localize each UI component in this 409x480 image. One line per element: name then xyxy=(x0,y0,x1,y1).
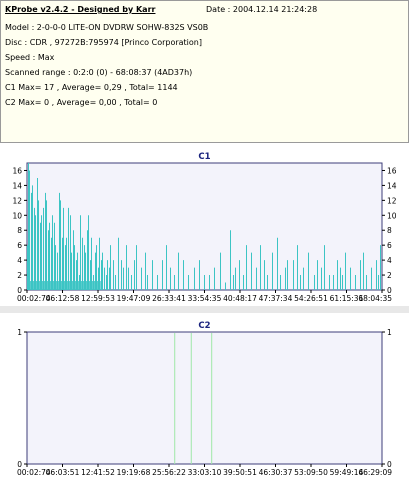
x-tick-label: 47:37:34 xyxy=(259,294,293,303)
y-tick-label: 1 xyxy=(17,328,22,337)
y-tick-label-right: 16 xyxy=(387,166,397,175)
x-tick-label: 33:54:35 xyxy=(188,294,222,303)
c2-chart-panel: C2 0 0 1 1 00:02:74 06:03:51 12:41:52 19:19:68 25… xyxy=(0,313,409,480)
y-tick-label: 16 xyxy=(12,166,22,175)
c1-chart: C10 02 24 46 68 810 1012 1214 1416 1600:02:7406:1… xyxy=(12,152,397,303)
y-tick-label: 6 xyxy=(17,241,22,250)
x-tick-label: 33:03:10 xyxy=(188,468,222,477)
chart-title: C2 xyxy=(198,321,210,331)
y-tick-label-right: 14 xyxy=(387,181,397,190)
x-tick-label: 54:26:51 xyxy=(294,294,328,303)
model-line: Model : 2-0-0-0 LITE-ON DVDRW SOHW-832S … xyxy=(5,23,209,32)
c1-summary-line: C1 Max= 17 , Average= 0,29 , Total= 1144 xyxy=(5,83,178,92)
app-title: KProbe v2.4.2 - Designed by Karr xyxy=(5,5,156,14)
x-tick-label: 26:33:41 xyxy=(152,294,186,303)
y-tick-label-right: 1 xyxy=(387,328,392,337)
x-tick-label: 19:19:68 xyxy=(117,468,151,477)
x-tick-label: 25:56:22 xyxy=(152,468,186,477)
y-tick-label: 10 xyxy=(12,211,22,220)
c1-base-band xyxy=(28,281,101,290)
y-tick-label: 12 xyxy=(12,196,22,205)
c2-summary-line: C2 Max= 0 , Average= 0,00 , Total= 0 xyxy=(5,98,158,107)
disc-line: Disc : CDR , 97272B:795974 [Princo Corpo… xyxy=(5,38,202,47)
x-tick-label: 19:47:09 xyxy=(117,294,151,303)
x-tick-label: 12:59:53 xyxy=(81,294,115,303)
speed-line: Speed : Max xyxy=(5,53,55,62)
y-tick-label-right: 4 xyxy=(387,256,392,265)
x-tick-label: 66:29:09 xyxy=(358,468,392,477)
x-tick-label: 12:41:52 xyxy=(81,468,115,477)
x-tick-label: 06:03:51 xyxy=(46,468,80,477)
x-tick-label: 53:09:50 xyxy=(294,468,328,477)
x-tick-label: 46:30:37 xyxy=(259,468,293,477)
scan-date: Date : 2004.12.14 21:24:28 xyxy=(206,5,318,14)
c2-chart: C20 01 100:02:7406:03:51 12:41:52 19:19:68 25… xyxy=(17,321,392,477)
info-panel: KProbe v2.4.2 - Designed by Karr Date : … xyxy=(0,0,409,143)
c1-chart-panel: C1 0 0 2 2 4 4 6 6 8 8 10 10 12 12 14 14 16 16 00:02:74 06:1… xyxy=(0,143,409,306)
y-tick-label: 4 xyxy=(17,256,22,265)
x-tick-label: 68:04:35 xyxy=(358,294,392,303)
y-tick-label-right: 12 xyxy=(387,196,397,205)
range-line: Scanned range : 0:2:0 (0) - 68:08:37 (4A… xyxy=(5,68,193,77)
plot-area xyxy=(26,331,383,465)
x-tick-label: 40:48:17 xyxy=(223,294,257,303)
y-tick-label-right: 2 xyxy=(387,271,392,280)
chart-title: C1 xyxy=(198,152,210,162)
y-tick-label: 2 xyxy=(17,271,22,280)
y-tick-label: 14 xyxy=(12,181,22,190)
y-tick-label-right: 8 xyxy=(387,226,392,235)
y-tick-label-right: 6 xyxy=(387,241,392,250)
y-tick-label: 8 xyxy=(17,226,22,235)
y-tick-label-right: 10 xyxy=(387,211,397,220)
x-tick-label: 39:50:51 xyxy=(223,468,257,477)
x-tick-label: 06:12:58 xyxy=(46,294,80,303)
